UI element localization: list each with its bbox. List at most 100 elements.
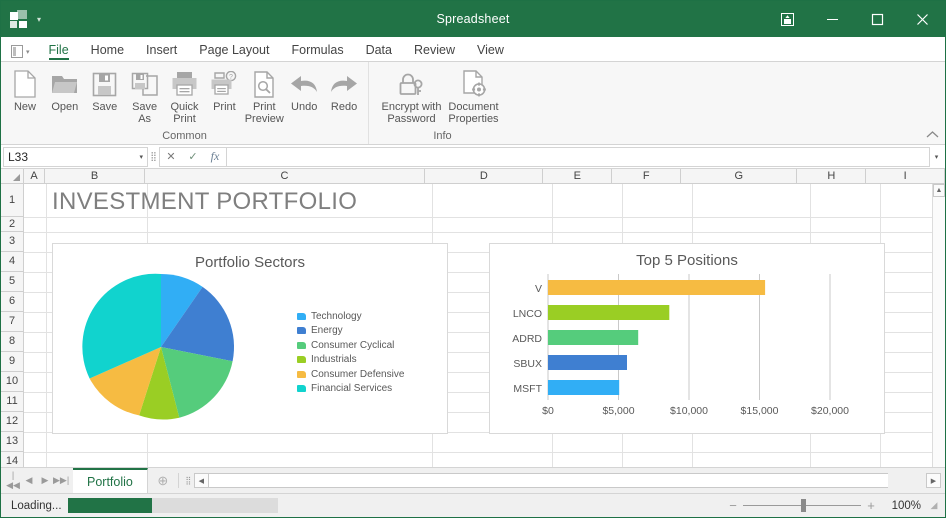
legend-item-technology[interactable]: Technology bbox=[297, 309, 404, 324]
ribbon-button-save-as[interactable]: Save As bbox=[125, 66, 165, 126]
ribbon-button-document-properties[interactable]: Document Properties bbox=[443, 66, 505, 126]
ribbon-display-options-button[interactable] bbox=[765, 1, 810, 37]
svg-text:$20,000: $20,000 bbox=[811, 405, 849, 417]
column-header-d[interactable]: D bbox=[425, 169, 543, 183]
chart-portfolio-sectors[interactable]: Portfolio Sectors bbox=[52, 243, 448, 434]
menu-tab-home[interactable]: Home bbox=[80, 40, 135, 61]
title-bar: ▾ Spreadsheet bbox=[1, 1, 945, 37]
add-sheet-button[interactable]: ⊕ bbox=[148, 468, 178, 493]
sheet-tab-portfolio[interactable]: Portfolio bbox=[73, 468, 148, 493]
row-header-11[interactable]: 11 bbox=[1, 392, 23, 412]
maximize-button[interactable] bbox=[855, 1, 900, 37]
menu-tab-data[interactable]: Data bbox=[355, 40, 403, 61]
zoom-level-label[interactable]: 100% bbox=[881, 500, 927, 512]
cancel-x-icon[interactable]: ✕ bbox=[160, 148, 182, 166]
ribbon-button-label: Undo bbox=[291, 102, 317, 114]
menu-tab-insert[interactable]: Insert bbox=[135, 40, 188, 61]
column-header-e[interactable]: E bbox=[543, 169, 612, 183]
pie-chart-legend: Technology Energy Consumer Cyclical Indu… bbox=[297, 309, 404, 396]
close-button[interactable] bbox=[900, 1, 945, 37]
menu-tab-formulas[interactable]: Formulas bbox=[280, 40, 354, 61]
row-header-3[interactable]: 3 bbox=[1, 232, 23, 252]
vertical-scrollbar[interactable]: ▲ bbox=[932, 184, 945, 467]
ribbon-button-print-preview[interactable]: Print Preview bbox=[244, 66, 284, 126]
ribbon-button-print[interactable]: ? Print bbox=[204, 66, 244, 126]
ribbon-button-new[interactable]: New bbox=[5, 66, 45, 126]
menu-tab-bar: ▾ File Home Insert Page Layout Formulas … bbox=[1, 37, 945, 62]
column-header-h[interactable]: H bbox=[797, 169, 866, 183]
column-header-c[interactable]: C bbox=[145, 169, 426, 183]
chart-top-5-positions[interactable]: Top 5 Positions bbox=[489, 243, 885, 434]
row-header-7[interactable]: 7 bbox=[1, 312, 23, 332]
ribbon-button-encrypt-with-password[interactable]: Encrypt with Password bbox=[381, 66, 443, 126]
sheet-tab-bar: |◀◀ ◀ ▶ ▶▶| Portfolio ⊕ ⣿ ◀ ▶ bbox=[1, 467, 945, 493]
row-header-4[interactable]: 4 bbox=[1, 252, 23, 272]
ribbon-button-undo[interactable]: Undo bbox=[284, 66, 324, 126]
svg-text:LNCO: LNCO bbox=[513, 308, 542, 320]
first-sheet-button[interactable]: |◀◀ bbox=[5, 470, 21, 491]
menu-tab-file[interactable]: File bbox=[38, 40, 80, 61]
expand-formula-bar-icon[interactable]: ▾ bbox=[930, 153, 943, 161]
collapse-ribbon-button[interactable] bbox=[926, 130, 939, 142]
row-header-14[interactable]: 14 bbox=[1, 452, 23, 467]
column-header-a[interactable]: A bbox=[24, 169, 46, 183]
minimize-button[interactable] bbox=[810, 1, 855, 37]
row-header-2[interactable]: 2 bbox=[1, 217, 23, 232]
formula-input[interactable] bbox=[227, 147, 930, 167]
ribbon-group-label: Info bbox=[369, 129, 516, 144]
row-header-10[interactable]: 10 bbox=[1, 372, 23, 392]
row-header-13[interactable]: 13 bbox=[1, 432, 23, 452]
ribbon-button-open[interactable]: Open bbox=[45, 66, 85, 126]
name-box[interactable]: L33 ▾ bbox=[3, 147, 148, 167]
legend-item-financial-services[interactable]: Financial Services bbox=[297, 382, 404, 397]
ribbon-button-label: Encrypt with Password bbox=[381, 102, 443, 125]
zoom-slider-thumb[interactable] bbox=[801, 499, 806, 512]
column-header-f[interactable]: F bbox=[612, 169, 681, 183]
undo-arrow-icon bbox=[289, 69, 319, 99]
next-sheet-button[interactable]: ▶ bbox=[37, 475, 53, 486]
legend-item-consumer-defensive[interactable]: Consumer Defensive bbox=[297, 367, 404, 382]
ribbon-button-save[interactable]: Save bbox=[85, 66, 125, 126]
insert-function-icon[interactable]: fx bbox=[204, 148, 226, 166]
scroll-up-button[interactable]: ▲ bbox=[933, 184, 945, 197]
row-header-5[interactable]: 5 bbox=[1, 272, 23, 292]
sheet-tab-label: Portfolio bbox=[87, 475, 133, 489]
ribbon: New Open Save bbox=[1, 62, 945, 145]
resize-grip-icon[interactable]: ◢ bbox=[927, 500, 941, 511]
previous-sheet-button[interactable]: ◀ bbox=[21, 475, 37, 486]
horizontal-scrollbar[interactable]: ⣿ ◀ ▶ bbox=[179, 468, 945, 493]
quick-access-toolbar-icon[interactable]: ▾ bbox=[7, 45, 38, 61]
legend-label: Consumer Cyclical bbox=[311, 340, 394, 351]
legend-item-industrials[interactable]: Industrials bbox=[297, 353, 404, 368]
new-document-icon bbox=[12, 69, 38, 99]
scroll-left-button[interactable]: ◀ bbox=[194, 473, 209, 488]
row-header-1[interactable]: 1 bbox=[1, 184, 23, 217]
zoom-out-button[interactable]: − bbox=[723, 498, 743, 513]
menu-tab-view[interactable]: View bbox=[466, 40, 515, 61]
grid-cells[interactable]: INVESTMENT PORTFOLIO Portfolio Sectors bbox=[24, 184, 945, 467]
row-header-12[interactable]: 12 bbox=[1, 412, 23, 432]
row-header-9[interactable]: 9 bbox=[1, 352, 23, 372]
menu-tab-review[interactable]: Review bbox=[403, 40, 466, 61]
scroll-right-button[interactable]: ▶ bbox=[926, 473, 941, 488]
accept-check-icon[interactable]: ✓ bbox=[182, 148, 204, 166]
last-sheet-button[interactable]: ▶▶| bbox=[53, 475, 69, 486]
chart-title: Portfolio Sectors bbox=[53, 254, 447, 271]
column-header-g[interactable]: G bbox=[681, 169, 797, 183]
formula-bar-buttons: ✕ ✓ fx bbox=[159, 147, 227, 167]
quick-access-caret-icon[interactable]: ▾ bbox=[37, 15, 41, 24]
legend-item-energy[interactable]: Energy bbox=[297, 324, 404, 339]
select-all-corner[interactable] bbox=[1, 169, 24, 183]
menu-tab-page-layout[interactable]: Page Layout bbox=[188, 40, 280, 61]
zoom-slider[interactable] bbox=[743, 498, 861, 513]
horizontal-scroll-track[interactable] bbox=[209, 473, 888, 488]
ribbon-button-quick-print[interactable]: Quick Print bbox=[165, 66, 205, 126]
zoom-in-button[interactable]: + bbox=[861, 498, 881, 513]
ribbon-button-redo[interactable]: Redo bbox=[324, 66, 364, 126]
legend-item-consumer-cyclical[interactable]: Consumer Cyclical bbox=[297, 338, 404, 353]
row-header-6[interactable]: 6 bbox=[1, 292, 23, 312]
row-header-8[interactable]: 8 bbox=[1, 332, 23, 352]
column-header-i[interactable]: I bbox=[866, 169, 945, 183]
column-header-b[interactable]: B bbox=[45, 169, 144, 183]
scrollbar-grip[interactable]: ⣿ bbox=[183, 477, 194, 485]
